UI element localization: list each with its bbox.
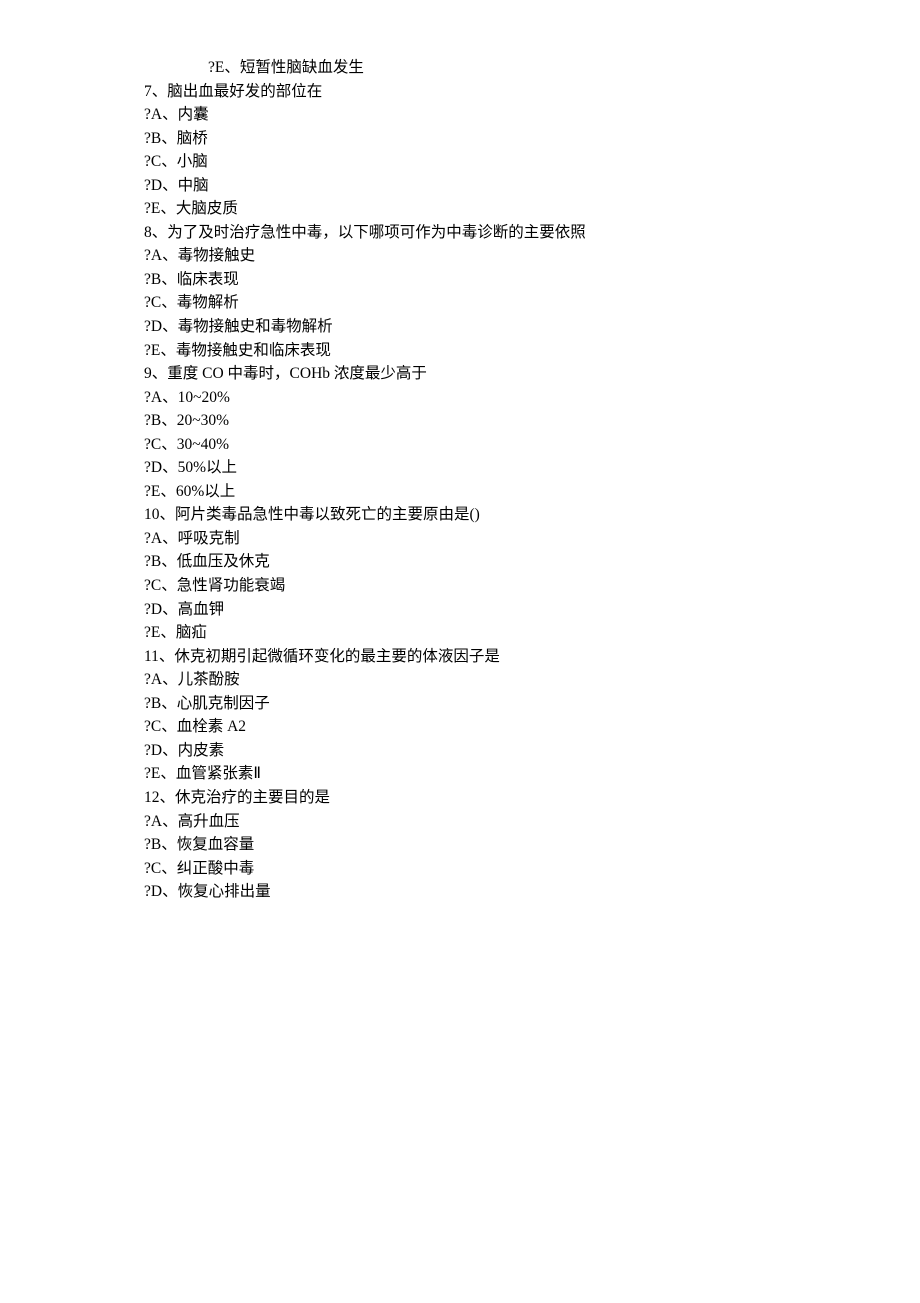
text-line: ?C、30~40% xyxy=(144,433,860,457)
text-line: 9、重度 CO 中毒时，COHb 浓度最少高于 xyxy=(144,362,860,386)
text-line: 7、脑出血最好发的部位在 xyxy=(144,80,860,104)
text-line: ?A、高升血压 xyxy=(144,810,860,834)
text-line: ?E、脑疝 xyxy=(144,621,860,645)
document-page: ?E、短暂性脑缺血发生7、脑出血最好发的部位在?A、内囊?B、脑桥?C、小脑?D… xyxy=(0,0,920,904)
text-line: ?B、心肌克制因子 xyxy=(144,692,860,716)
text-line: 12、休克治疗的主要目的是 xyxy=(144,786,860,810)
text-line: ?A、内囊 xyxy=(144,103,860,127)
text-line: ?E、大脑皮质 xyxy=(144,197,860,221)
text-line: ?B、低血压及休克 xyxy=(144,550,860,574)
text-line: ?D、高血钾 xyxy=(144,598,860,622)
text-line: ?E、血管紧张素Ⅱ xyxy=(144,762,860,786)
text-line: ?C、血栓素 A2 xyxy=(144,715,860,739)
text-line: ?B、恢复血容量 xyxy=(144,833,860,857)
text-line: 11、休克初期引起微循环变化的最主要的体液因子是 xyxy=(144,645,860,669)
text-line: ?A、毒物接触史 xyxy=(144,244,860,268)
text-line: ?E、60%以上 xyxy=(144,480,860,504)
text-line: 10、阿片类毒品急性中毒以致死亡的主要原由是() xyxy=(144,503,860,527)
text-line: 8、为了及时治疗急性中毒，以下哪项可作为中毒诊断的主要依照 xyxy=(144,221,860,245)
text-line: ?B、脑桥 xyxy=(144,127,860,151)
text-line: ?B、20~30% xyxy=(144,409,860,433)
text-line: ?D、内皮素 xyxy=(144,739,860,763)
text-line: ?D、50%以上 xyxy=(144,456,860,480)
text-line: ?E、短暂性脑缺血发生 xyxy=(144,56,860,80)
text-line: ?C、毒物解析 xyxy=(144,291,860,315)
text-line: ?A、10~20% xyxy=(144,386,860,410)
text-line: ?E、毒物接触史和临床表现 xyxy=(144,339,860,363)
text-line: ?D、毒物接触史和毒物解析 xyxy=(144,315,860,339)
text-line: ?C、小脑 xyxy=(144,150,860,174)
text-line: ?A、呼吸克制 xyxy=(144,527,860,551)
text-line: ?C、纠正酸中毒 xyxy=(144,857,860,881)
text-line: ?D、中脑 xyxy=(144,174,860,198)
text-line: ?B、临床表现 xyxy=(144,268,860,292)
text-line: ?D、恢复心排出量 xyxy=(144,880,860,904)
text-line: ?C、急性肾功能衰竭 xyxy=(144,574,860,598)
text-line: ?A、儿茶酚胺 xyxy=(144,668,860,692)
